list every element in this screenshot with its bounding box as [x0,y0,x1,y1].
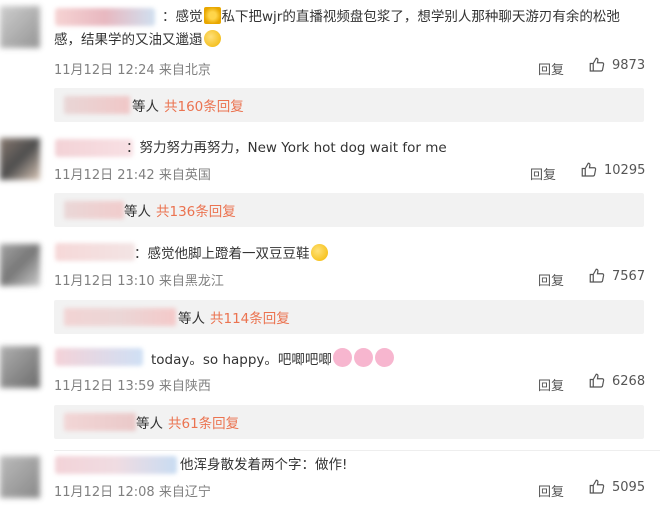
comment-text: ：努力努力再努力，New York hot dog wait for me [126,140,447,156]
avatar[interactable] [0,346,40,388]
like-button[interactable]: 5095 [588,478,645,496]
avatar[interactable] [0,6,40,48]
reply-thread[interactable]: 等人 共136条回复 [54,193,644,227]
reply-usernames-blurred [64,413,136,431]
like-button[interactable]: 7567 [588,267,645,285]
comment-item: today。so happy。吧唧吧唧 11月12日 13:59 来自陕西 回复… [0,342,660,450]
reply-usernames-blurred [64,308,176,326]
reply-button[interactable]: 回复 [538,270,564,289]
like-button[interactable]: 9873 [588,56,645,74]
crying-emoji-icon [310,244,328,261]
avatar[interactable] [0,244,40,286]
reply-button[interactable]: 回复 [538,481,564,500]
divider [54,450,660,451]
thumbs-up-icon [589,479,605,494]
reply-thread[interactable]: 等人 共61条回复 [54,405,644,439]
pink-bunny-emoji-icon [332,348,352,367]
comment-item: ：感觉 私下把wjr的直播视频盘包浆了，想学别人那种聊天游刃有余的松弛 感，结果学… [0,0,660,126]
comment-text: ：感觉他脚上蹬着一双豆豆鞋 [54,243,646,266]
view-replies-link[interactable]: 共61条回复 [168,412,239,432]
comment-time: 11月12日 12:24 来自北京 [54,63,211,78]
comment-meta: 11月12日 12:24 来自北京 回复 9873 [54,56,650,79]
firework-emoji-icon [203,7,221,24]
comment-meta: 11月12日 12:08 来自辽宁 回复 5095 [54,478,650,501]
thumbs-up-icon [581,162,597,177]
comment-time: 11月12日 21:42 来自英国 [54,168,211,183]
like-button[interactable]: 10295 [580,161,645,179]
avatar[interactable] [0,456,40,498]
reply-button[interactable]: 回复 [538,375,564,394]
comment-text: today。so happy。吧唧吧唧 [54,348,646,372]
pink-bunny-emoji-icon [353,348,373,367]
comment-meta: 11月12日 13:10 来自黑龙江 回复 7567 [54,267,650,290]
view-replies-link[interactable]: 共160条回复 [164,95,244,115]
like-count: 7567 [612,268,646,284]
sweat-emoji-icon [203,30,221,47]
thumbs-up-icon [589,373,605,388]
reply-thread[interactable]: 等人 共160条回复 [54,88,644,122]
like-count: 5095 [612,479,646,495]
comment-meta: 11月12日 13:59 来自陕西 回复 6268 [54,372,650,395]
reply-button[interactable]: 回复 [538,59,564,78]
pink-bunny-emoji-icon [374,348,394,367]
comment-text: 他浑身散发着两个字：做作! [180,457,348,473]
reply-usernames-blurred [64,201,124,219]
reply-button[interactable]: 回复 [530,164,556,183]
comment-time: 11月12日 12:08 来自辽宁 [54,485,211,500]
avatar[interactable] [0,138,40,180]
comment-item: 他浑身散发着两个字：做作! 11月12日 12:08 来自辽宁 回复 5095 [0,450,660,513]
like-count: 10295 [604,162,646,178]
reply-usernames-blurred [64,96,130,114]
reply-thread[interactable]: 等人 共114条回复 [54,300,644,334]
comment-time: 11月12日 13:10 来自黑龙江 [54,274,224,289]
comment-item: ：努力努力再努力，New York hot dog wait for me 11… [0,126,660,234]
thumbs-up-icon [589,57,605,72]
comment-meta: 11月12日 21:42 来自英国 回复 10295 [54,161,650,184]
like-button[interactable]: 6268 [588,372,645,390]
thumbs-up-icon [589,268,605,283]
comment-time: 11月12日 13:59 来自陕西 [54,379,211,394]
view-replies-link[interactable]: 共136条回复 [156,200,236,220]
like-count: 6268 [612,373,646,389]
comment-text: ：感觉 私下把wjr的直播视频盘包浆了，想学别人那种聊天游刃有余的松弛 感，结果学… [54,7,620,48]
like-count: 9873 [612,57,646,73]
view-replies-link[interactable]: 共114条回复 [210,307,290,327]
comment-item: ：感觉他脚上蹬着一双豆豆鞋 11月12日 13:10 来自黑龙江 回复 7567… [0,234,660,342]
